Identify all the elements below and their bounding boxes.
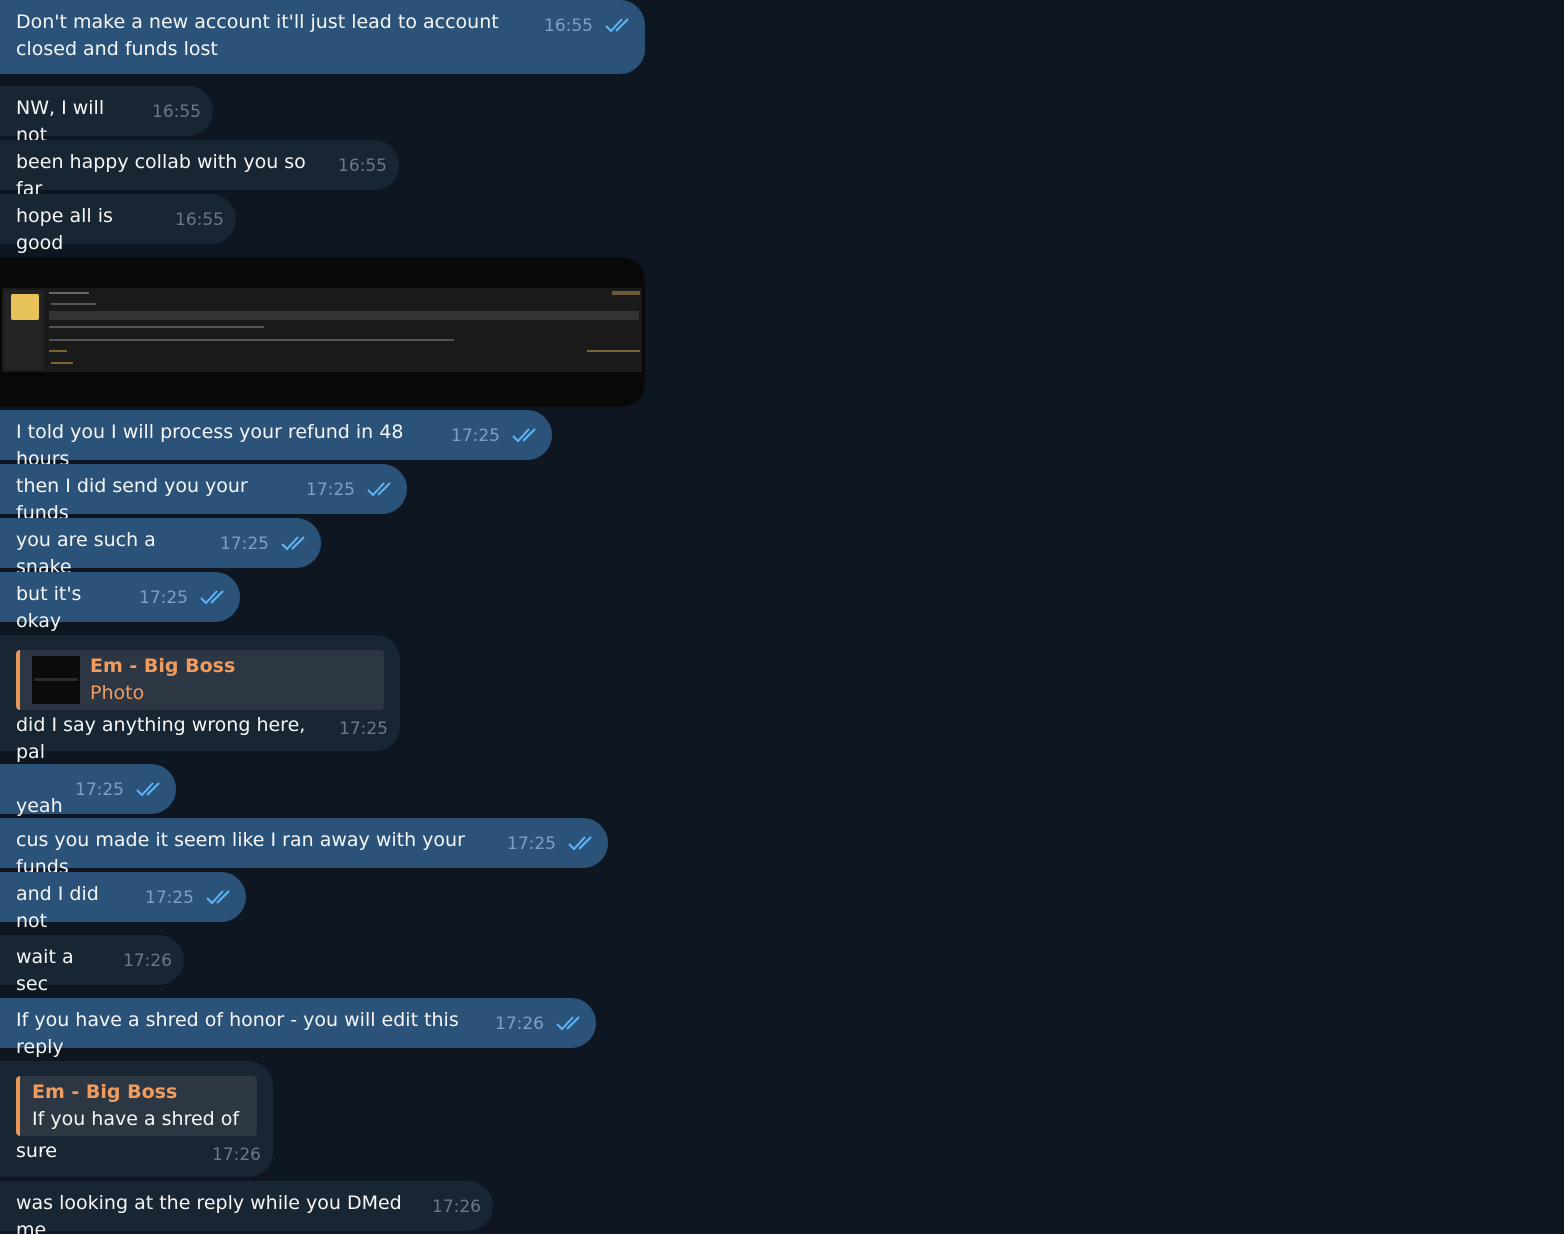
message-meta: 17:25 — [145, 888, 234, 908]
message-time: 16:55 — [338, 156, 387, 176]
message-bubble[interactable]: 17:25 I told you I will process your ref… — [0, 410, 552, 470]
double-check-icon — [367, 482, 391, 497]
message-text: If you have a shred of honor - you will … — [16, 1009, 465, 1058]
message-time: 17:25 — [75, 780, 124, 800]
message-text: was looking at the reply while you DMed … — [16, 1192, 408, 1234]
double-check-icon — [512, 428, 536, 443]
message-bubble[interactable]: 16:55 hope all is good — [0, 194, 236, 254]
message-bubble[interactable]: 17:26 If you have a shred of honor - you… — [0, 998, 596, 1058]
message-time: 16:55 — [175, 210, 224, 230]
reply-quote[interactable]: Em - Big Boss If you have a shred of ... — [16, 1076, 257, 1157]
message-time: 17:25 — [139, 588, 188, 608]
message-text: but it's okay — [16, 583, 88, 632]
double-check-icon — [556, 1016, 580, 1031]
double-check-icon — [605, 18, 629, 33]
message-meta: 16:55 — [175, 210, 224, 230]
message-text: Don't make a new account it'll just lead… — [16, 11, 505, 60]
message-time: 16:55 — [544, 16, 593, 36]
message-time: 17:25 — [339, 719, 388, 739]
message-bubble[interactable]: 17:26 wait a sec — [0, 935, 184, 995]
double-check-icon — [568, 836, 592, 851]
message-meta: 17:25 — [75, 780, 164, 800]
message-meta: 17:25 — [306, 480, 395, 500]
message-meta: 16:55 — [544, 16, 633, 36]
message-text: NW, I will not — [16, 97, 111, 146]
message-bubble[interactable]: 17:25 yeah — [0, 764, 176, 817]
double-check-icon — [200, 590, 224, 605]
message-text: you are such a snake — [16, 529, 162, 578]
message-text: cus you made it seem like I ran away wit… — [16, 829, 471, 878]
message-text: been happy collab with you so far — [16, 151, 312, 200]
double-check-icon — [206, 890, 230, 905]
reply-sender-name: Em - Big Boss — [32, 1081, 178, 1103]
message-text: hope all is good — [16, 205, 119, 254]
reply-sender-name: Em - Big Boss — [90, 655, 236, 677]
message-bubble[interactable]: Em - Big Boss Photo 17:25 did I say anyt… — [0, 635, 400, 763]
message-meta: 17:26 — [212, 1145, 261, 1165]
message-time: 17:26 — [123, 951, 172, 971]
message-bubble[interactable]: 16:55 NW, I will not — [0, 86, 213, 146]
message-meta: 17:26 — [123, 951, 172, 971]
message-text: yeah — [16, 795, 63, 817]
message-time: 17:25 — [451, 426, 500, 446]
message-text: I told you I will process your refund in… — [16, 421, 410, 470]
message-meta: 17:25 — [507, 834, 596, 854]
message-time: 17:26 — [212, 1145, 261, 1165]
message-meta: 17:25 — [220, 534, 309, 554]
message-bubble[interactable]: 17:25 you are such a snake — [0, 518, 321, 578]
photo-screenshot-image — [2, 288, 642, 372]
message-meta: 17:26 — [432, 1197, 481, 1217]
message-meta: 16:55 — [338, 156, 387, 176]
message-time: 17:25 — [306, 480, 355, 500]
message-time: 17:25 — [145, 888, 194, 908]
message-bubble[interactable]: Em - Big Boss If you have a shred of ...… — [0, 1061, 273, 1177]
message-text: did I say anything wrong here, pal — [16, 714, 312, 763]
message-text: then I did send you your funds — [16, 475, 254, 524]
message-bubble[interactable]: 17:26 was looking at the reply while you… — [0, 1181, 493, 1234]
message-bubble[interactable]: 16:55 been happy collab with you so far — [0, 140, 399, 200]
message-meta: 17:25 — [139, 588, 228, 608]
double-check-icon — [136, 782, 160, 797]
message-bubble[interactable]: 17:25 and I did not — [0, 872, 246, 932]
message-time: 17:25 — [220, 534, 269, 554]
message-meta: 17:25 — [339, 719, 388, 739]
photo-message[interactable] — [0, 257, 645, 407]
double-check-icon — [281, 536, 305, 551]
message-bubble[interactable]: 16:55 Don't make a new account it'll jus… — [0, 0, 645, 74]
message-time: 17:26 — [495, 1014, 544, 1034]
message-time: 17:26 — [432, 1197, 481, 1217]
message-meta: 17:25 — [451, 426, 540, 446]
message-bubble[interactable]: 17:25 but it's okay — [0, 572, 240, 632]
reply-quote[interactable]: Em - Big Boss Photo — [16, 650, 384, 710]
message-text: and I did not — [16, 883, 105, 932]
message-text: sure — [16, 1140, 58, 1162]
message-meta: 17:26 — [495, 1014, 584, 1034]
chat-history[interactable]: 16:55 Don't make a new account it'll jus… — [0, 0, 1564, 1234]
reply-photo-thumbnail — [32, 656, 80, 704]
message-time: 17:25 — [507, 834, 556, 854]
message-time: 16:55 — [152, 102, 201, 122]
reply-preview-text: Photo — [90, 682, 145, 704]
message-bubble[interactable]: 17:25 cus you made it seem like I ran aw… — [0, 818, 608, 878]
message-meta: 16:55 — [152, 102, 201, 122]
message-text: wait a sec — [16, 946, 80, 995]
message-bubble[interactable]: 17:25 then I did send you your funds — [0, 464, 407, 524]
